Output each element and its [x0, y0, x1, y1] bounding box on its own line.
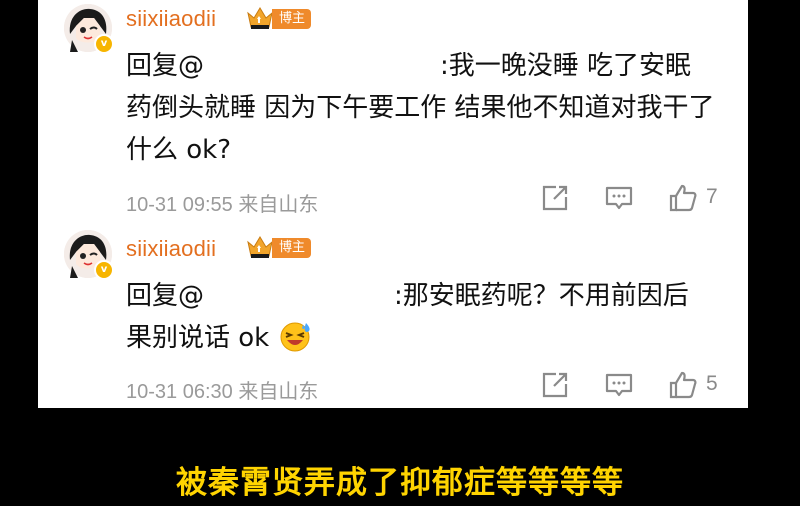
author-badge: 博主: [272, 9, 312, 29]
comment-date: 10-31 09:55: [126, 194, 233, 216]
author-badge: 博主: [272, 238, 312, 258]
comment-text-rest: 果别说话 ok: [126, 323, 270, 353]
comment-location: 来自山东: [238, 381, 319, 403]
like-icon[interactable]: [668, 370, 698, 400]
comment-text: 回复@ :那安眠药呢？不用前因后 果别说话 ok: [126, 275, 726, 359]
comment-meta: 10-31 06:30 来自山东: [126, 375, 318, 404]
like-count: 7: [706, 185, 718, 208]
comment-date: 10-31 06:30: [126, 381, 233, 403]
share-icon[interactable]: [540, 183, 570, 213]
share-icon[interactable]: [540, 370, 570, 400]
comment-text-line1: :我一晚没睡 吃了安眠: [440, 51, 692, 81]
comment-text-line1: :那安眠药呢？不用前因后: [394, 281, 689, 311]
comment-text-rest: 药倒头就睡 因为下午要工作 结果他不知道对我干了什么 ok?: [126, 93, 715, 165]
verified-icon: v: [94, 34, 114, 54]
comment-text: 回复@ :我一晚没睡 吃了安眠 药倒头就睡 因为下午要工作 结果他不知道对我干了什…: [126, 45, 726, 171]
reply-prefix: 回复@: [126, 51, 205, 81]
comment-icon[interactable]: [604, 183, 634, 213]
avatar[interactable]: v: [64, 4, 114, 54]
avatar[interactable]: v: [64, 230, 114, 280]
username[interactable]: siixiiaodii: [126, 6, 216, 32]
like-count: 5: [706, 372, 718, 395]
comment-card: v siixiiaodii 博主 回复@ :我一晚没睡 吃了安眠 药倒头就睡 因为…: [38, 0, 748, 408]
crown-icon: [247, 236, 273, 258]
username[interactable]: siixiiaodii: [126, 236, 216, 262]
verified-icon: v: [94, 260, 114, 280]
comment-icon[interactable]: [604, 370, 634, 400]
video-caption: 被秦霄贤弄成了抑郁症等等等等: [176, 465, 624, 501]
reply-prefix: 回复@: [126, 281, 205, 311]
laughing-crying-emoji: [278, 319, 312, 353]
comment-location: 来自山东: [238, 194, 319, 216]
comment-meta: 10-31 09:55 来自山东: [126, 188, 318, 217]
like-icon[interactable]: [668, 183, 698, 213]
crown-icon: [247, 7, 273, 29]
